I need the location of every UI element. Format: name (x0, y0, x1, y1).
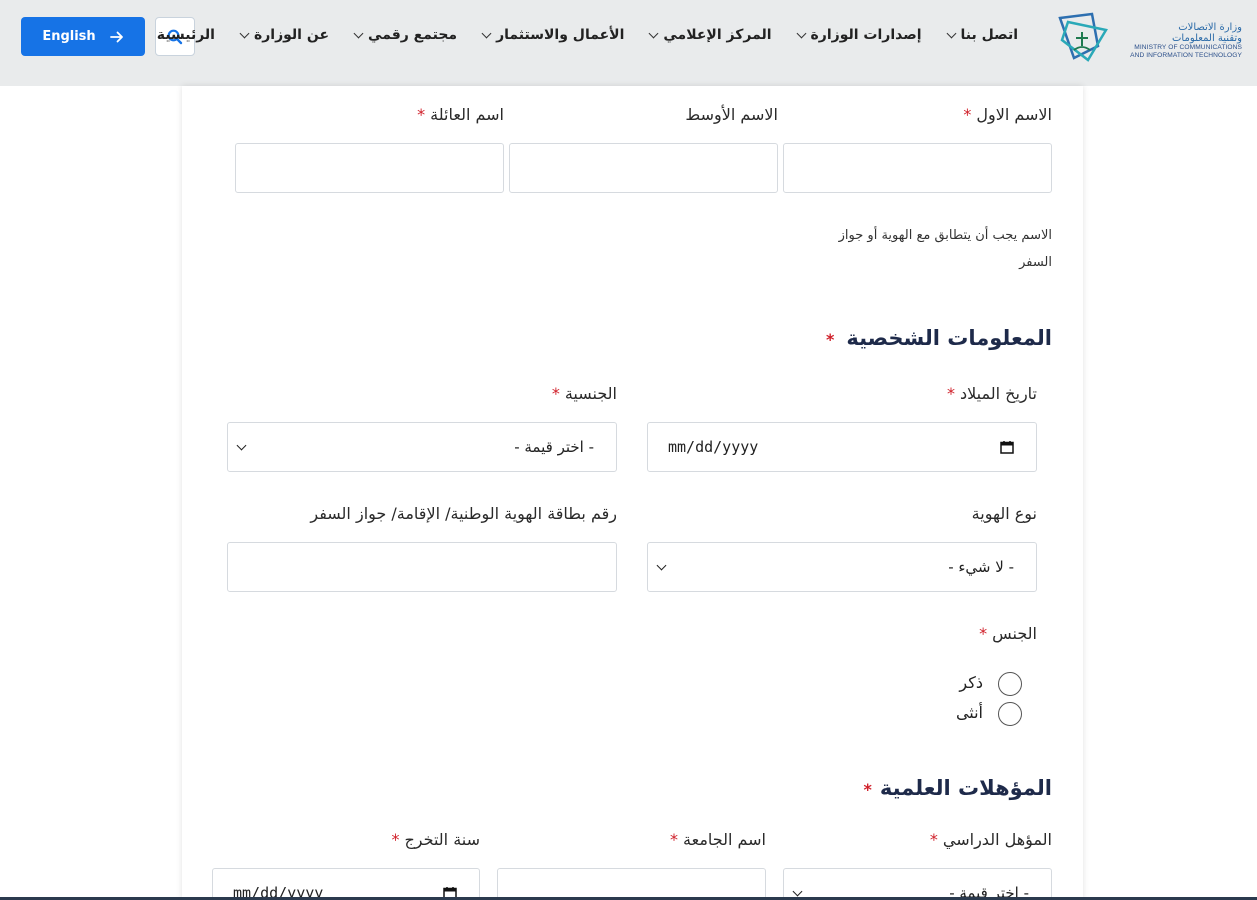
name-hint-line2: السفر (1019, 255, 1052, 270)
nav-item-label: اتصل بنا (960, 27, 1018, 43)
education-title: المؤهلات العلمية * (863, 776, 1052, 800)
chevron-down-icon (648, 28, 659, 38)
chevron-down-icon (353, 28, 364, 38)
nav-item-label: الرئيسية (156, 27, 215, 43)
required-marker: * (670, 830, 679, 849)
ministry-emblem-icon (1058, 12, 1108, 62)
chevron-down-icon (656, 560, 667, 570)
name-hint-text: الاسم يجب أن يتطابق مع الهوية أو جواز ال… (802, 222, 1052, 276)
logo-english-line1: MINISTRY OF COMMUNICATIONS (1134, 44, 1242, 51)
degree-label: المؤهل الدراسي* (930, 830, 1052, 849)
chevron-down-icon (481, 28, 492, 38)
logo-arabic-line2: وتقنية المعلومات (1172, 33, 1242, 44)
graduation-year-label-text: سنة التخرج (404, 830, 480, 849)
nav-item-media-center[interactable]: المركز الإعلامي (648, 27, 772, 43)
nav-item-contact[interactable]: اتصل بنا (946, 27, 1018, 43)
arrow-right-icon (109, 31, 123, 42)
family-name-input[interactable] (235, 143, 504, 193)
middle-name-label-text: الاسم الأوسط (685, 105, 778, 124)
nationality-value: - اختر قيمة - (514, 438, 594, 456)
id-type-label-text: نوع الهوية (971, 504, 1037, 523)
chevron-down-icon (796, 28, 806, 38)
ministry-logo[interactable]: وزارة الاتصالات وتقنية المعلومات MINISTR… (1052, 10, 1242, 66)
id-type-select[interactable]: - لا شيء - (647, 542, 1037, 592)
gender-male-label[interactable]: ذكر (959, 673, 983, 692)
first-name-input[interactable] (783, 143, 1052, 193)
main-navigation: الرئيسية عن الوزارة مجتمع رقمي الأعمال و… (157, 24, 1018, 46)
gender-female-label[interactable]: أنثى (956, 703, 983, 722)
middle-name-input[interactable] (509, 143, 778, 193)
chevron-down-icon (946, 28, 956, 38)
nav-item-digital-society[interactable]: مجتمع رقمي (353, 27, 458, 43)
nav-item-label: عن الوزارة (253, 27, 330, 43)
gender-label-text: الجنس (992, 624, 1037, 643)
first-name-label-text: الاسم الاول (976, 105, 1052, 124)
id-number-input[interactable] (227, 542, 617, 592)
education-title-text: المؤهلات العلمية (879, 776, 1052, 800)
middle-name-label: الاسم الأوسط (685, 105, 778, 124)
degree-label-text: المؤهل الدراسي (942, 830, 1052, 849)
university-label: اسم الجامعة* (670, 830, 766, 849)
site-header: English الرئيسية عن الوزارة مجتمع رقمي ا… (0, 0, 1257, 86)
chevron-down-icon (239, 28, 250, 38)
id-type-label: نوع الهوية (972, 504, 1037, 523)
language-toggle-button[interactable]: English (21, 17, 145, 56)
graduation-year-input[interactable]: mm/dd/yyyy (212, 868, 480, 900)
calendar-icon[interactable] (1000, 440, 1014, 454)
birth-date-label-text: تاريخ الميلاد (960, 384, 1037, 403)
language-toggle-label: English (42, 29, 96, 44)
name-hint-line1: الاسم يجب أن يتطابق مع الهوية أو جواز (838, 228, 1052, 243)
required-marker: * (391, 830, 400, 849)
logo-arabic-line1: وزارة الاتصالات (1178, 22, 1242, 33)
nav-item-home[interactable]: الرئيسية (157, 27, 215, 43)
logo-english-line2: AND INFORMATION TECHNOLOGY (1130, 52, 1242, 59)
gender-male-radio[interactable] (998, 672, 1022, 696)
nav-item-label: مجتمع رقمي (368, 27, 458, 43)
personal-info-title: المعلومات الشخصية * (826, 326, 1052, 350)
nationality-label-text: الجنسية (564, 384, 617, 403)
required-marker: * (825, 330, 835, 349)
application-form: الاسم الاول* الاسم الأوسط اسم العائلة* ا… (182, 86, 1083, 900)
graduation-year-label: سنة التخرج* (391, 830, 480, 849)
gender-label: الجنس* (979, 624, 1037, 643)
nav-item-business-investment[interactable]: الأعمال والاستثمار (481, 27, 625, 43)
required-marker: * (551, 384, 560, 403)
id-number-label: رقم بطاقة الهوية الوطنية/ الإقامة/ جواز … (310, 504, 617, 523)
family-name-label-text: اسم العائلة (430, 105, 504, 124)
required-marker: * (947, 384, 955, 403)
nav-item-about[interactable]: عن الوزارة (239, 27, 330, 43)
nav-item-label: المركز الإعلامي (663, 27, 772, 43)
birth-date-input[interactable]: mm/dd/yyyy (647, 422, 1037, 472)
required-marker: * (863, 780, 872, 799)
id-number-label-text: رقم بطاقة الهوية الوطنية/ الإقامة/ جواز … (310, 504, 617, 523)
gender-female-radio[interactable] (998, 702, 1022, 726)
first-name-label: الاسم الاول* (963, 105, 1052, 124)
nav-item-publications[interactable]: إصدارات الوزارة (796, 27, 922, 43)
degree-select[interactable]: - اختر قيمة - (783, 868, 1052, 900)
nav-item-label: الأعمال والاستثمار (496, 27, 625, 43)
required-marker: * (929, 830, 938, 849)
required-marker: * (963, 105, 972, 124)
birth-date-label: تاريخ الميلاد * (947, 384, 1037, 403)
id-type-value: - لا شيء - (948, 558, 1014, 576)
required-marker: * (979, 624, 988, 643)
chevron-down-icon (236, 440, 247, 450)
university-label-text: اسم الجامعة (683, 830, 766, 849)
nationality-select[interactable]: - اختر قيمة - (227, 422, 617, 472)
nationality-label: الجنسية* (552, 384, 617, 403)
personal-info-title-text: المعلومات الشخصية (846, 326, 1052, 350)
required-marker: * (417, 105, 426, 124)
birth-date-value: mm/dd/yyyy (668, 438, 759, 456)
nav-item-label: إصدارات الوزارة (810, 27, 922, 43)
family-name-label: اسم العائلة* (417, 105, 504, 124)
chevron-down-icon (792, 886, 803, 896)
university-input[interactable] (497, 868, 766, 900)
